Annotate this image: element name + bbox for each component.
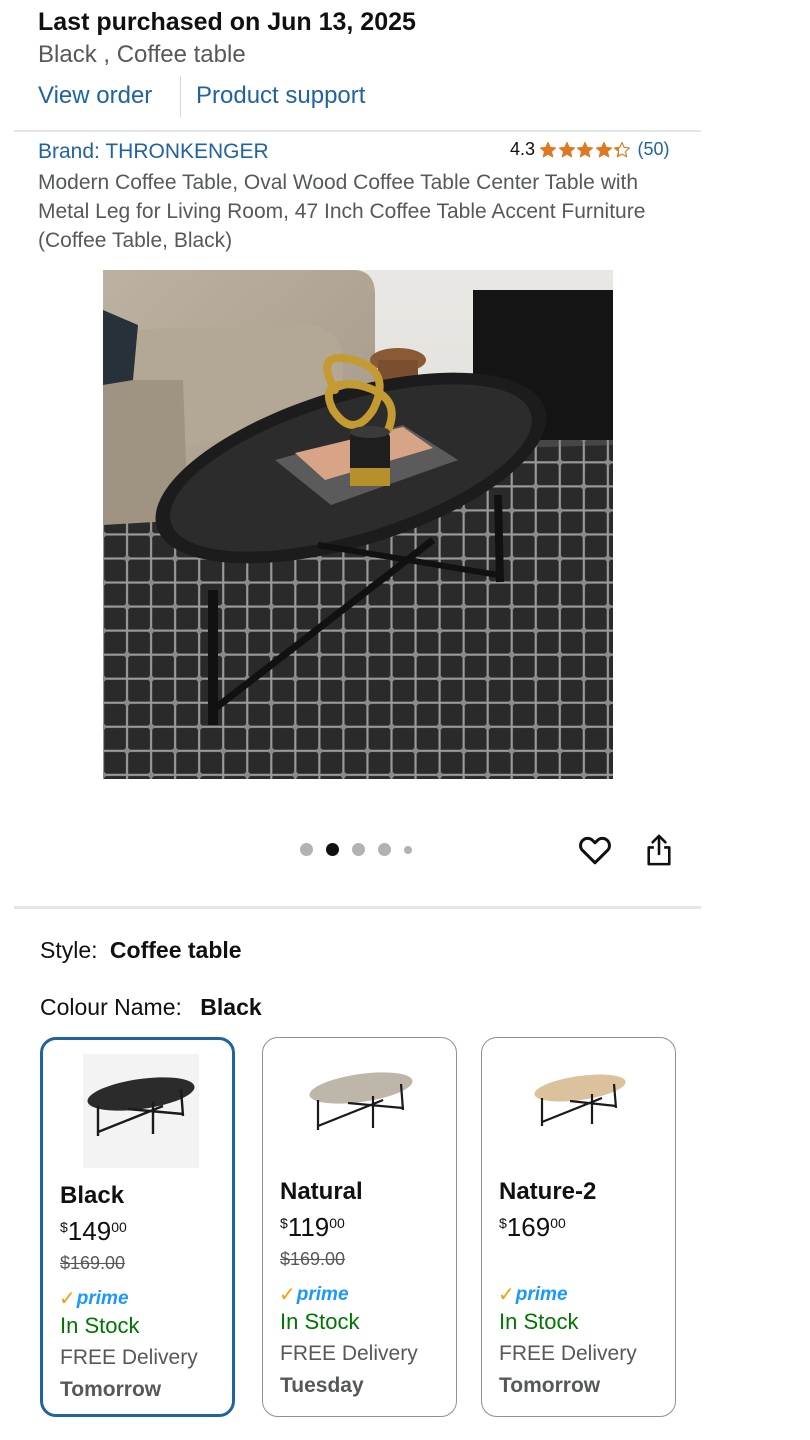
swatch-name: Natural: [280, 1178, 363, 1205]
section-divider: [14, 130, 701, 132]
price-fraction: 00: [329, 1215, 345, 1231]
prime-check-icon: ✓: [59, 1288, 76, 1310]
carousel-dot[interactable]: [352, 843, 365, 856]
delivery-day: Tuesday: [280, 1374, 364, 1397]
heart-icon[interactable]: [577, 832, 613, 868]
stock-status: In Stock: [499, 1309, 579, 1334]
stock-status: In Stock: [280, 1309, 360, 1334]
rating-value: 4.3: [510, 139, 536, 159]
swatch-name: Black: [60, 1182, 125, 1209]
list-price: $169.00: [60, 1253, 126, 1273]
colour-swatch-natural[interactable]: Natural $ 119 00 $169.00 ✓ prime In Stock…: [262, 1037, 457, 1417]
carousel-dot[interactable]: [300, 843, 313, 856]
swatch-thumbnail: [83, 1054, 199, 1168]
image-carousel-dots[interactable]: [300, 843, 425, 856]
delivery-day: Tomorrow: [499, 1374, 601, 1397]
price-fraction: 00: [550, 1215, 566, 1231]
swatch-thumbnail: [309, 1072, 413, 1130]
carousel-dot[interactable]: [404, 845, 412, 854]
star-rating: [539, 141, 632, 159]
star-icon: [595, 141, 612, 157]
carousel-dot[interactable]: [326, 843, 339, 856]
prime-check-icon: ✓: [279, 1284, 296, 1306]
price-currency: $: [280, 1215, 288, 1231]
product-support-link[interactable]: Product support: [196, 82, 365, 110]
stock-status: In Stock: [60, 1313, 140, 1338]
product-title[interactable]: Modern Coffee Table, Oval Wood Coffee Ta…: [38, 168, 688, 255]
price-fraction: 00: [111, 1219, 127, 1235]
price-currency: $: [499, 1215, 507, 1231]
prime-badge: ✓ prime: [59, 1286, 129, 1311]
style-selector-label: Style: Coffee table: [40, 937, 242, 964]
colour-swatch-black[interactable]: Black $ 149 00 $169.00 ✓ prime In Stock F…: [40, 1037, 235, 1417]
rating[interactable]: 4.3 (50): [510, 139, 670, 160]
product-image[interactable]: [103, 270, 613, 779]
prime-badge: ✓ prime: [498, 1282, 568, 1307]
purchased-variant: Black , Coffee table: [38, 41, 246, 68]
delivery-label: FREE Delivery: [280, 1342, 418, 1365]
prime-label: prime: [296, 1283, 349, 1305]
style-label: Style:: [40, 937, 98, 963]
price-whole: 169: [506, 1212, 551, 1242]
colour-swatch-nature-2[interactable]: Nature-2 $ 169 00 ✓ prime In Stock FREE D…: [481, 1037, 676, 1417]
swatch-name: Nature-2: [499, 1178, 597, 1205]
last-purchased-title: Last purchased on Jun 13, 2025: [38, 8, 416, 36]
delivery-label: FREE Delivery: [499, 1342, 637, 1365]
swatch-price: $ 119 00: [280, 1212, 345, 1243]
swatch-price: $ 149 00: [60, 1216, 127, 1247]
star-icon: [558, 141, 575, 157]
delivery-label: FREE Delivery: [60, 1346, 198, 1369]
review-count[interactable]: (50): [638, 139, 670, 160]
star-icon: [613, 141, 631, 157]
list-price: $169.00: [280, 1249, 346, 1269]
price-currency: $: [60, 1219, 68, 1235]
delivery-day: Tomorrow: [60, 1378, 162, 1401]
section-divider: [14, 906, 701, 909]
star-icon: [539, 141, 557, 157]
brand-link[interactable]: Brand: THRONKENGER: [38, 140, 269, 164]
swatch-price: $ 169 00: [499, 1212, 566, 1243]
star-icon: [576, 141, 594, 157]
colour-value: Black: [200, 994, 262, 1020]
colour-selector-label: Colour Name: Black: [40, 994, 262, 1021]
prime-badge: ✓ prime: [279, 1282, 349, 1307]
view-order-link[interactable]: View order: [38, 82, 152, 110]
prime-label: prime: [515, 1283, 568, 1305]
price-whole: 119: [287, 1212, 330, 1242]
style-value: Coffee table: [109, 937, 242, 963]
share-icon[interactable]: [643, 832, 675, 868]
price-whole: 149: [67, 1216, 112, 1246]
carousel-dot[interactable]: [378, 843, 391, 856]
link-divider: [180, 76, 181, 118]
swatch-thumbnail: [534, 1074, 626, 1126]
prime-label: prime: [76, 1287, 129, 1309]
colour-label: Colour Name:: [40, 994, 182, 1020]
prime-check-icon: ✓: [498, 1284, 515, 1306]
